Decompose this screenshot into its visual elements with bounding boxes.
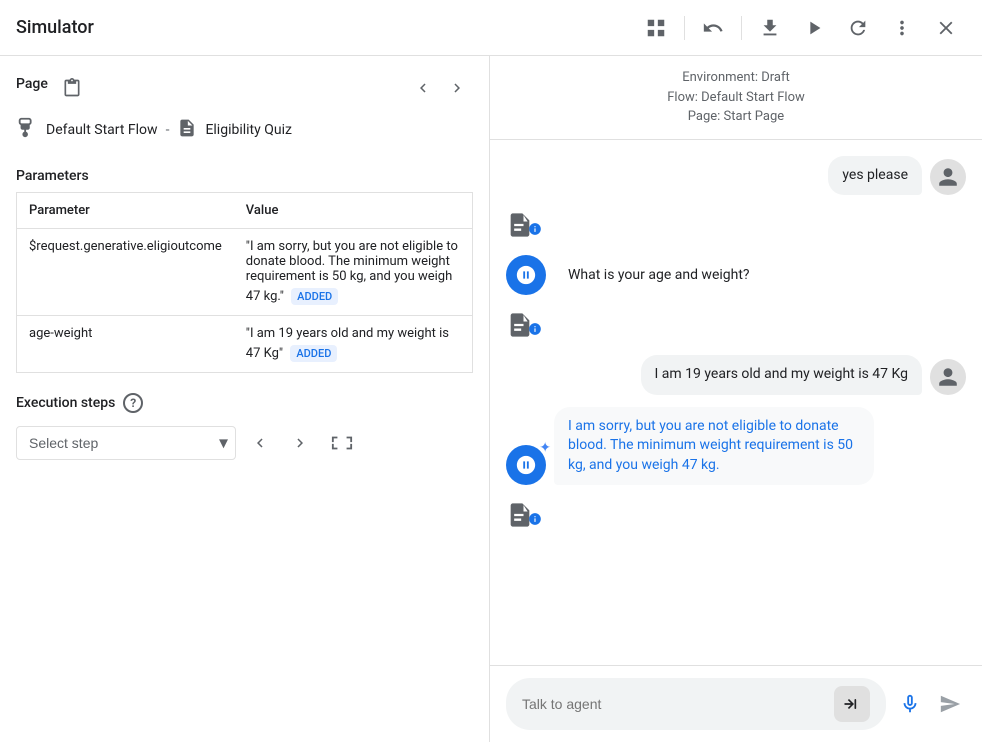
help-icon[interactable]: ? [123,393,143,413]
step-select-wrapper: Select step ▾ [16,426,236,460]
refresh-button[interactable] [838,8,878,48]
step-select[interactable]: Select step [16,426,236,460]
chat-info-header: Environment: Draft Flow: Default Start F… [490,56,982,140]
message-bubble-not-eligible: I am sorry, but you are not eligible to … [554,407,874,486]
page-file-icon [177,118,197,143]
param-value-0: "I am sorry, but you are not eligible to… [234,229,473,316]
bot-avatar-1 [506,255,546,295]
param-name-0: $request.generative.eligioutcome [17,229,234,316]
page-line: Page: Start Page [502,107,970,127]
message-bot-ai-not-eligible: ✦ I am sorry, but you are not eligible t… [506,407,966,486]
prev-page-button[interactable] [407,72,439,104]
left-panel: Page Default Start Flow - [0,56,490,742]
more-button[interactable] [882,8,922,48]
table-row: age-weight "I am 19 years old and my wei… [17,316,473,373]
message-bot-age-weight-question: What is your age and weight? [506,255,966,295]
grid-icon-button[interactable] [636,8,676,48]
doc-info-icon-3 [506,497,542,533]
message-user-age-weight: I am 19 years old and my weight is 47 Kg [506,355,966,395]
flow-line: Flow: Default Start Flow [502,88,970,108]
exec-controls: Select step ▾ [16,425,473,461]
param-value-1: "I am 19 years old and my weight is 47 K… [234,316,473,373]
added-badge-0: ADDED [291,288,338,305]
next-page-button[interactable] [441,72,473,104]
parameters-table: Parameter Value $request.generative.elig… [16,192,473,373]
param-name-1: age-weight [17,316,234,373]
app-title: Simulator [16,17,94,38]
message-bubble: yes please [828,156,922,196]
toolbar-divider-2 [741,16,742,40]
clipboard-button[interactable] [56,72,88,104]
chat-input[interactable] [522,696,826,712]
main-content: Page Default Start Flow - [0,56,982,742]
send-button[interactable] [934,688,966,720]
download-button[interactable] [750,8,790,48]
sparkle-icon: ✦ [539,440,551,456]
message-bubble-age-weight: What is your age and weight? [554,256,764,296]
flow-name: Default Start Flow [46,122,158,138]
message-bot-doc-1 [506,207,966,243]
exec-steps-label: Execution steps [16,395,115,411]
toolbar-divider-1 [684,16,685,40]
page-section: Page [16,72,473,104]
added-badge-1: ADDED [290,345,337,362]
message-bot-doc-3 [506,497,966,533]
user-avatar [930,159,966,195]
page-path: Default Start Flow - Eligibility Quiz [16,116,473,144]
col-parameter: Parameter [17,193,234,229]
parameters-section: Parameters Parameter Value $request.gene… [16,168,473,373]
submit-icon-button[interactable] [834,686,870,722]
path-separator: - [166,122,170,138]
focus-button[interactable] [324,425,360,461]
col-value: Value [234,193,473,229]
page-name: Eligibility Quiz [205,122,291,138]
message-bubble-user-age: I am 19 years old and my weight is 47 Kg [641,355,922,395]
table-row: $request.generative.eligioutcome "I am s… [17,229,473,316]
step-prev-button[interactable] [244,427,276,459]
env-line: Environment: Draft [502,68,970,88]
flow-icon [16,116,38,144]
toolbar-actions [636,8,966,48]
chat-input-area [490,665,982,742]
step-next-button[interactable] [284,427,316,459]
page-section-header: Page [16,76,48,92]
toolbar: Simulator [0,0,982,56]
close-button[interactable] [926,8,966,48]
parameters-header: Parameters [16,168,473,184]
execution-steps-section: Execution steps ? Select step ▾ [16,393,473,461]
execution-steps-header: Execution steps ? [16,393,473,413]
user-avatar-2 [930,359,966,395]
page-nav-arrows [407,72,473,104]
chat-panel: Environment: Draft Flow: Default Start F… [490,56,982,742]
undo-button[interactable] [693,8,733,48]
mic-button[interactable] [894,688,926,720]
chat-messages: yes please What is your age an [490,140,982,666]
doc-info-icon-2 [506,307,542,343]
bot-avatar-ai: ✦ [506,445,546,485]
doc-info-icon-1 [506,207,542,243]
page-nav-left: Page [16,72,88,104]
chat-input-wrapper [506,678,886,730]
message-user-yes-please: yes please [506,156,966,196]
message-bot-doc-2 [506,307,966,343]
play-button[interactable] [794,8,834,48]
